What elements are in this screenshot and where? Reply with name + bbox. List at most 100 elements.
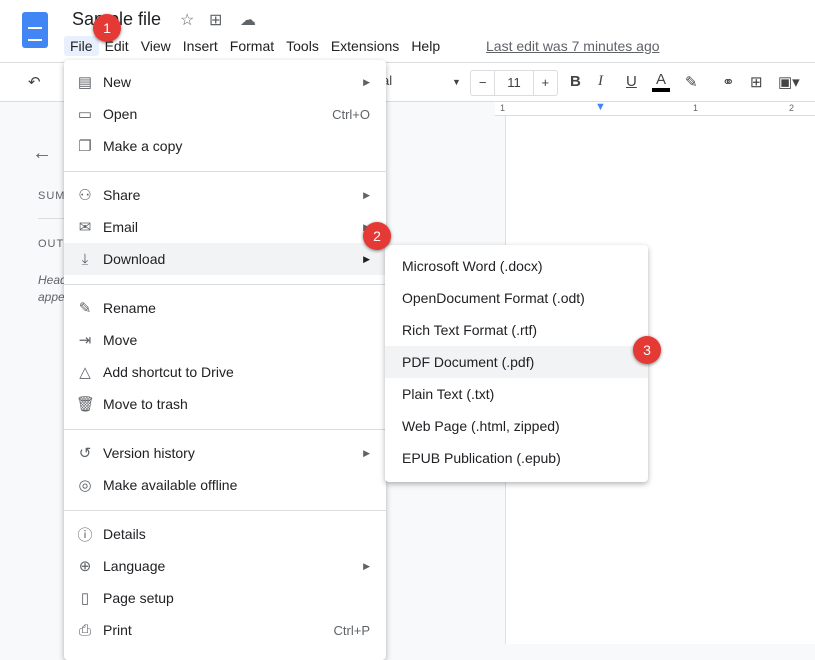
file-menu-item-move[interactable]: ⇥ Move [64, 324, 386, 356]
menu-item-label: Rename [103, 300, 156, 316]
menu-divider [64, 429, 386, 430]
font-size-input[interactable]: 11 [494, 71, 534, 95]
info-icon: ⓘ [77, 526, 93, 544]
file-menu: ▤ New ▶ ▭ Open Ctrl+O ❐ Make a copy ⚇ Share ▶ ✉ Emai… [64, 60, 386, 660]
folder-icon: ▭ [77, 106, 93, 123]
comment-icon[interactable]: ⊞ [750, 73, 763, 91]
menu-item-label: Move [103, 332, 138, 348]
underline-button[interactable]: U [626, 73, 637, 90]
email-icon: ✉ [78, 219, 92, 236]
rename-icon: ✎ [78, 300, 92, 317]
file-menu-item-make-a-copy[interactable]: ❐ Make a copy [64, 130, 386, 162]
download-option[interactable]: Microsoft Word (.docx) [385, 250, 648, 282]
image-icon[interactable]: ▣▾ [778, 73, 800, 91]
menu-format[interactable]: Format [224, 36, 280, 56]
menu-item-label: Details [103, 526, 146, 542]
menu-tools[interactable]: Tools [280, 36, 325, 56]
decrease-font-button[interactable]: − [471, 71, 494, 95]
download-option[interactable]: EPUB Publication (.epub) [385, 442, 648, 474]
download-icon: ⤓ [81, 250, 89, 268]
menu-extensions[interactable]: Extensions [325, 36, 405, 56]
menu-file[interactable]: File [64, 36, 99, 56]
star-icon[interactable]: ☆ [180, 10, 194, 30]
menu-item-label: Move to trash [103, 396, 188, 412]
cloud-saved-icon[interactable]: ☁ [240, 10, 256, 30]
ruler-label: 1 [500, 103, 506, 113]
step-badge-3: 3 [633, 336, 661, 364]
submenu-arrow-icon: ▶ [363, 189, 370, 200]
file-menu-item-print[interactable]: ⎙ Print Ctrl+P [64, 614, 386, 646]
file-menu-item-email[interactable]: ✉Email▶ [64, 211, 386, 243]
menu-divider [64, 510, 386, 511]
bold-button[interactable]: B [570, 73, 581, 90]
docs-logo-icon[interactable] [22, 12, 48, 48]
menu-item-label: Language [103, 558, 166, 574]
download-submenu: Microsoft Word (.docx) OpenDocument Forma… [385, 245, 648, 482]
font-size-stepper: − 11 + [470, 70, 558, 96]
summary-heading: SUM [38, 190, 66, 202]
outline-hint: appe [38, 290, 65, 304]
file-menu-item-new[interactable]: ▤ New ▶ [64, 66, 386, 98]
download-option[interactable]: OpenDocument Format (.odt) [385, 282, 648, 314]
menu-item-label: New [103, 74, 132, 90]
file-menu-item-make-available-offline[interactable]: ◎ Make available offline [64, 469, 386, 501]
download-option[interactable]: Plain Text (.txt) [385, 378, 648, 410]
outline-hint: Head [38, 273, 67, 287]
menu-view[interactable]: View [135, 36, 177, 56]
menu-item-label: Page setup [103, 590, 174, 606]
menu-insert[interactable]: Insert [177, 36, 224, 56]
file-menu-item-version-history[interactable]: ↺ Version history ▶ [64, 437, 386, 469]
shortcut-label: Ctrl+O [332, 106, 370, 122]
download-option[interactable]: Web Page (.html, zipped) [385, 410, 648, 442]
shortcut-label: Ctrl+P [333, 622, 370, 638]
menu-item-label: Download [103, 251, 166, 267]
link-icon[interactable]: ⚭ [722, 73, 735, 91]
move-icon: ⇥ [78, 332, 92, 349]
ruler[interactable]: 1 ▼ 1 2 [495, 101, 815, 116]
file-menu-item-add-shortcut-to-drive[interactable]: △ Add shortcut to Drive [64, 356, 386, 388]
submenu-arrow-icon: ▶ [363, 560, 370, 571]
ruler-label: 1 [693, 103, 699, 113]
file-menu-item-details[interactable]: ⓘ Details [64, 518, 386, 550]
menu-help[interactable]: Help [405, 36, 446, 56]
menu-divider [64, 284, 386, 285]
file-menu-item-open[interactable]: ▭ Open Ctrl+O [64, 98, 386, 130]
submenu-arrow-icon: ▶ [363, 447, 370, 458]
move-to-folder-icon[interactable]: ⊞ [209, 10, 222, 30]
text-color-button[interactable]: A [652, 71, 671, 92]
file-menu-item-move-to-trash[interactable]: 🗑 Move to trash [64, 388, 386, 420]
trash-icon: 🗑 [76, 396, 96, 413]
download-option[interactable]: PDF Document (.pdf) [385, 346, 648, 378]
menu-divider [64, 171, 386, 172]
history-icon: ↺ [78, 445, 92, 462]
last-edit-link[interactable]: Last edit was 7 minutes ago [486, 38, 660, 54]
globe-icon: ⊕ [78, 558, 92, 575]
menu-item-label: Make a copy [103, 138, 183, 154]
print-icon: ⎙ [78, 621, 91, 639]
submenu-arrow-icon: ▶ [363, 76, 370, 87]
submenu-arrow-icon: ▶ [363, 253, 370, 264]
menu-item-label: Make available offline [103, 477, 238, 493]
italic-button[interactable]: I [598, 73, 603, 90]
file-menu-item-share[interactable]: ⚇ Share ▶ [64, 179, 386, 211]
highlight-icon[interactable]: ✎ [685, 73, 698, 91]
copy-icon: ❐ [78, 138, 92, 155]
step-badge-2: 2 [363, 222, 391, 250]
increase-font-button[interactable]: + [534, 71, 557, 95]
indent-marker-icon[interactable]: ▼ [595, 101, 606, 113]
file-menu-item-rename[interactable]: ✎ Rename [64, 292, 386, 324]
file-menu-item-language[interactable]: ⊕ Language ▶ [64, 550, 386, 582]
download-option[interactable]: Rich Text Format (.rtf) [385, 314, 648, 346]
menu-item-label: Email [103, 219, 139, 235]
file-menu-item-page-setup[interactable]: ▯ Page setup [64, 582, 386, 614]
file-menu-item-download[interactable]: ⤓ Download ▶ [64, 243, 386, 275]
ruler-label: 2 [789, 103, 795, 113]
back-arrow-icon[interactable]: ← [32, 142, 52, 165]
drive-shortcut-icon: △ [79, 364, 91, 381]
undo-icon[interactable]: ↶ [28, 73, 41, 91]
menu-item-label: Version history [103, 445, 195, 461]
offline-icon: ◎ [78, 477, 92, 494]
font-dropdown-icon[interactable]: ▼ [452, 77, 461, 87]
menu-item-label: Share [103, 187, 141, 203]
person-add-icon: ⚇ [78, 187, 92, 204]
